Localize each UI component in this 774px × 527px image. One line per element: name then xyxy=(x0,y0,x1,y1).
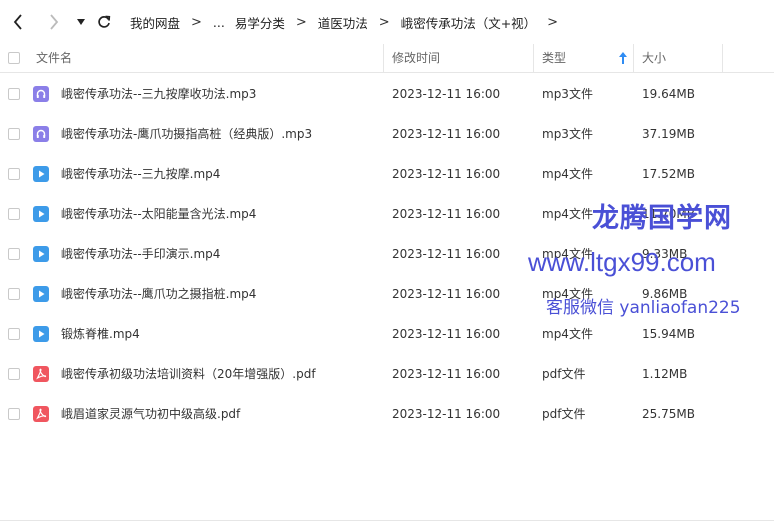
table-row[interactable]: 锻炼脊椎.mp4 2023-12-11 16:00 mp4文件 15.94MB xyxy=(0,314,774,354)
row-checkbox[interactable] xyxy=(8,248,20,260)
breadcrumb-separator-icon: > xyxy=(295,14,307,30)
refresh-button[interactable] xyxy=(94,7,114,37)
file-size: 1.12MB xyxy=(642,367,688,381)
breadcrumb-item-ellipsis[interactable]: ... xyxy=(211,15,227,30)
video-file-icon xyxy=(33,206,49,222)
row-checkbox[interactable] xyxy=(8,128,20,140)
file-modified: 2023-12-11 16:00 xyxy=(392,247,501,261)
breadcrumb-item-my-drive[interactable]: 我的网盘 xyxy=(128,13,182,32)
file-modified: 2023-12-11 16:00 xyxy=(392,127,501,141)
breadcrumb-item-category[interactable]: 易学分类 xyxy=(233,13,287,32)
pdf-file-icon xyxy=(33,406,49,422)
column-header-size[interactable]: 大小 xyxy=(642,44,666,72)
table-row[interactable]: 峨密传承初级功法培训资料（20年增强版）.pdf 2023-12-11 16:00… xyxy=(0,354,774,394)
file-size: 19.64MB xyxy=(642,87,695,101)
table-row[interactable]: 峨眉道家灵源气功初中级高级.pdf 2023-12-11 16:00 pdf文件 25… xyxy=(0,394,774,434)
file-name[interactable]: 峨密传承功法--三九按摩收功法.mp3 xyxy=(61,74,256,114)
file-modified: 2023-12-11 16:00 xyxy=(392,207,501,221)
history-dropdown-button[interactable] xyxy=(74,7,88,37)
file-type: mp3文件 xyxy=(542,87,593,101)
file-size: 25.75MB xyxy=(642,407,695,421)
file-name[interactable]: 峨密传承功法--太阳能量含光法.mp4 xyxy=(61,194,256,234)
file-name[interactable]: 峨密传承功法-鹰爪功摄指高桩（经典版）.mp3 xyxy=(61,114,312,154)
table-row[interactable]: 峨密传承功法--三九按摩.mp4 2023-12-11 16:00 mp4文件 17.… xyxy=(0,154,774,194)
chevron-left-icon xyxy=(13,14,22,30)
file-type: mp4文件 xyxy=(542,207,593,221)
row-checkbox[interactable] xyxy=(8,328,20,340)
breadcrumb-separator-icon: > xyxy=(547,14,559,30)
file-name[interactable]: 峨密传承功法--三九按摩.mp4 xyxy=(61,154,220,194)
column-header-modified[interactable]: 修改时间 xyxy=(392,44,440,72)
navigation-bar: 我的网盘 > ... 易学分类 > 道医功法 > 峨密传承功法（文+视） > xyxy=(0,0,774,44)
file-name[interactable]: 峨密传承功法--鹰爪功之摄指桩.mp4 xyxy=(61,274,256,314)
video-file-icon xyxy=(33,166,49,182)
breadcrumb: 我的网盘 > ... 易学分类 > 道医功法 > 峨密传承功法（文+视） > xyxy=(128,13,567,32)
column-header-name[interactable]: 文件名 xyxy=(36,44,72,72)
column-divider xyxy=(533,44,534,72)
file-type: mp3文件 xyxy=(542,127,593,141)
column-divider xyxy=(633,44,634,72)
file-modified: 2023-12-11 16:00 xyxy=(392,287,501,301)
video-file-icon xyxy=(33,326,49,342)
file-type: pdf文件 xyxy=(542,407,586,421)
file-modified: 2023-12-11 16:00 xyxy=(392,167,501,181)
pdf-file-icon xyxy=(33,366,49,382)
breadcrumb-separator-icon: > xyxy=(191,14,202,30)
column-divider xyxy=(383,44,384,72)
file-type: pdf文件 xyxy=(542,367,586,381)
refresh-icon xyxy=(98,15,111,28)
breadcrumb-item-current-folder[interactable]: 峨密传承功法（文+视） xyxy=(399,13,538,32)
file-modified: 2023-12-11 16:00 xyxy=(392,87,501,101)
back-button[interactable] xyxy=(8,7,28,37)
caret-down-icon xyxy=(77,19,85,25)
file-name[interactable]: 峨密传承初级功法培训资料（20年增强版）.pdf xyxy=(61,354,316,394)
watermark-contact: 客服微信 yanliaofan225 xyxy=(546,298,741,318)
audio-file-icon xyxy=(33,86,49,102)
watermark-title: 龙腾国学网 xyxy=(592,203,732,234)
watermark-url: www.ltgx99.com xyxy=(528,247,716,277)
forward-button[interactable] xyxy=(44,7,64,37)
file-modified: 2023-12-11 16:00 xyxy=(392,327,501,341)
row-checkbox[interactable] xyxy=(8,288,20,300)
file-list-header: 文件名 修改时间 类型 大小 xyxy=(0,44,774,73)
file-type: mp4文件 xyxy=(542,327,593,341)
row-checkbox[interactable] xyxy=(8,208,20,220)
audio-file-icon xyxy=(33,126,49,142)
video-file-icon xyxy=(33,246,49,262)
chevron-right-icon xyxy=(50,14,59,30)
file-size: 37.19MB xyxy=(642,127,695,141)
column-header-type[interactable]: 类型 xyxy=(542,44,566,72)
breadcrumb-item-subcategory[interactable]: 道医功法 xyxy=(316,13,370,32)
row-checkbox[interactable] xyxy=(8,88,20,100)
file-size: 17.52MB xyxy=(642,167,695,181)
file-size: 15.94MB xyxy=(642,327,695,341)
sort-ascending-icon[interactable] xyxy=(619,52,627,64)
breadcrumb-separator-icon: > xyxy=(378,14,390,30)
select-all-checkbox[interactable] xyxy=(8,52,20,64)
file-name[interactable]: 锻炼脊椎.mp4 xyxy=(61,314,140,354)
file-modified: 2023-12-11 16:00 xyxy=(392,367,501,381)
table-row[interactable]: 峨密传承功法--三九按摩收功法.mp3 2023-12-11 16:00 mp3文件… xyxy=(0,74,774,114)
row-checkbox[interactable] xyxy=(8,168,20,180)
file-modified: 2023-12-11 16:00 xyxy=(392,407,501,421)
file-name[interactable]: 峨密传承功法--手印演示.mp4 xyxy=(61,234,220,274)
column-divider xyxy=(722,44,723,72)
bottom-divider xyxy=(0,520,774,521)
video-file-icon xyxy=(33,286,49,302)
row-checkbox[interactable] xyxy=(8,408,20,420)
table-row[interactable]: 峨密传承功法-鹰爪功摄指高桩（经典版）.mp3 2023-12-11 16:00 m… xyxy=(0,114,774,154)
file-name[interactable]: 峨眉道家灵源气功初中级高级.pdf xyxy=(61,394,240,434)
row-checkbox[interactable] xyxy=(8,368,20,380)
file-type: mp4文件 xyxy=(542,167,593,181)
